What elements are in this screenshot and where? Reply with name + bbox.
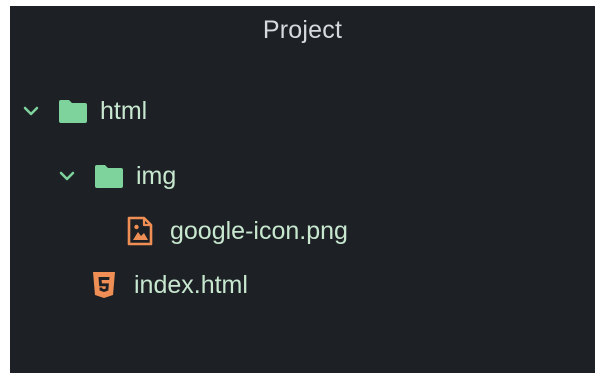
tree-item-html-folder[interactable]: html <box>22 94 147 128</box>
html5-file-icon <box>93 272 115 298</box>
project-panel: Project html img google-icon.png index.h… <box>10 6 595 373</box>
panel-title: Project <box>262 16 343 44</box>
tree-item-index-html-file[interactable]: index.html <box>90 268 248 302</box>
tree-item-img-folder[interactable]: img <box>58 159 176 193</box>
tree-item-label: html <box>100 96 148 125</box>
chevron-down-icon[interactable] <box>22 102 40 120</box>
image-file-icon <box>127 216 153 246</box>
tree-item-label: index.html <box>134 270 248 299</box>
tree-item-google-icon-file[interactable]: google-icon.png <box>126 214 348 248</box>
chevron-down-icon[interactable] <box>58 167 76 185</box>
folder-icon <box>95 165 123 188</box>
tree-item-label: img <box>136 161 177 190</box>
tree-item-label: google-icon.png <box>170 216 348 245</box>
folder-icon <box>59 100 87 123</box>
